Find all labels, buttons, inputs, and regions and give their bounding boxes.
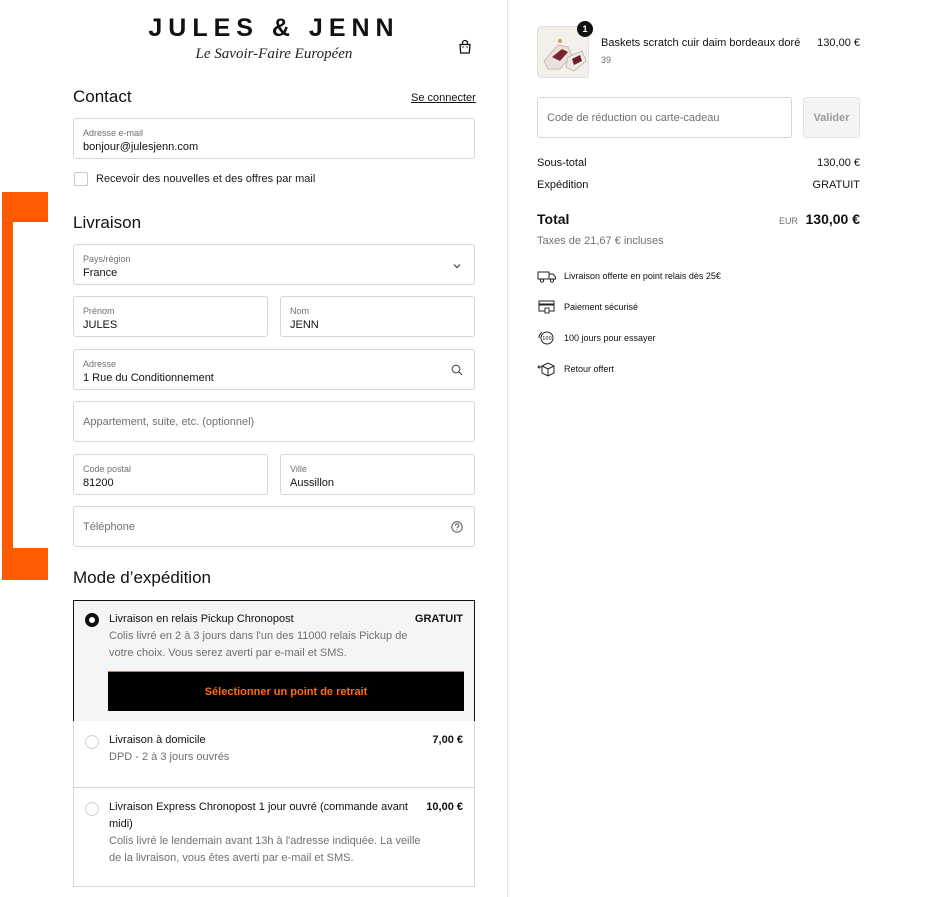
perk-text: Retour offert bbox=[564, 364, 614, 374]
phone-field[interactable]: Téléphone bbox=[73, 506, 475, 547]
address-label: Adresse bbox=[83, 359, 117, 369]
shipping-option-title-cont: midi) bbox=[109, 818, 133, 830]
brand-logo[interactable]: JULES & JENN Le Savoir-Faire Européen bbox=[140, 14, 408, 63]
quantity-badge: 1 bbox=[577, 21, 593, 37]
return-box-icon bbox=[537, 362, 555, 377]
subtotal-label: Sous-total bbox=[537, 157, 587, 169]
highlight-bracket-top bbox=[2, 192, 48, 222]
card-payment-icon bbox=[538, 300, 555, 314]
country-label: Pays/région bbox=[83, 254, 131, 264]
product-size: 39 bbox=[601, 55, 612, 65]
shipping-option-desc: votre choix. Vous serez averti par e-mai… bbox=[109, 647, 347, 659]
shipping-cost-value: GRATUIT bbox=[812, 179, 860, 191]
shipping-cost-label: Expédition bbox=[537, 179, 589, 191]
shipping-method-heading: Mode d’expédition bbox=[73, 568, 211, 587]
shipping-option-desc: de la livraison, vous êtes averti par e-… bbox=[109, 852, 354, 864]
address-field[interactable]: Adresse 1 Rue du Conditionnement bbox=[73, 349, 475, 390]
shipping-option-express[interactable]: Livraison Express Chronopost 1 jour ouvr… bbox=[73, 787, 475, 887]
svg-text:100: 100 bbox=[542, 336, 552, 342]
help-circle-icon[interactable] bbox=[451, 521, 463, 533]
shipping-option-desc: Colis livré le lendemain avant 13h à l'a… bbox=[109, 835, 421, 847]
login-link[interactable]: Se connecter bbox=[411, 92, 476, 104]
first-name-label: Prénom bbox=[83, 306, 115, 316]
shipping-option-price: 7,00 € bbox=[432, 734, 463, 746]
last-name-field[interactable]: Nom JENN bbox=[280, 296, 475, 337]
checkout-form-column: JULES & JENN Le Savoir-Faire Européen Co… bbox=[0, 0, 507, 897]
country-value: France bbox=[83, 267, 118, 279]
shipping-option-desc: DPD - 2 à 3 jours ouvrés bbox=[109, 751, 230, 763]
country-select[interactable]: Pays/région France bbox=[73, 244, 475, 285]
brand-name: JULES & JENN bbox=[148, 14, 400, 42]
perk-text: 100 jours pour essayer bbox=[564, 333, 656, 343]
first-name-value: JULES bbox=[83, 319, 118, 331]
postal-code-field[interactable]: Code postal 81200 bbox=[73, 454, 268, 495]
city-value: Aussillon bbox=[290, 477, 335, 489]
tax-note: Taxes de 21,67 € incluses bbox=[537, 235, 664, 247]
discount-code-input[interactable]: Code de réduction ou carte-cadeau bbox=[537, 97, 792, 138]
chevron-down-icon bbox=[453, 264, 461, 269]
select-pickup-point-button[interactable]: Sélectionner un point de retrait bbox=[108, 671, 464, 711]
total-label: Total bbox=[537, 211, 570, 227]
phone-placeholder: Téléphone bbox=[83, 521, 135, 533]
city-label: Ville bbox=[290, 464, 307, 474]
highlight-bracket bbox=[2, 192, 13, 580]
newsletter-label: Recevoir des nouvelles et des offres par… bbox=[96, 173, 316, 185]
shipping-radio-express[interactable] bbox=[85, 802, 99, 816]
postal-code-value: 81200 bbox=[83, 477, 114, 489]
apply-discount-button[interactable]: Valider bbox=[803, 97, 860, 138]
last-name-value: JENN bbox=[290, 319, 319, 331]
apartment-placeholder: Appartement, suite, etc. (optionnel) bbox=[83, 416, 255, 428]
shipping-option-price: 10,00 € bbox=[426, 801, 463, 813]
shipping-option-price: GRATUIT bbox=[414, 613, 463, 625]
shipping-option-title: Livraison Express Chronopost 1 jour ouvr… bbox=[109, 801, 408, 813]
perk-text: Paiement sécurisé bbox=[564, 302, 639, 312]
discount-placeholder: Code de réduction ou carte-cadeau bbox=[547, 112, 720, 124]
subtotal-value: 130,00 € bbox=[817, 157, 860, 169]
newsletter-checkbox[interactable] bbox=[74, 172, 88, 186]
shipping-option-title: Livraison en relais Pickup Chronopost bbox=[109, 613, 294, 625]
trial-days-icon: 100 bbox=[538, 331, 554, 345]
first-name-field[interactable]: Prénom JULES bbox=[73, 296, 268, 337]
shipping-radio-home[interactable] bbox=[85, 735, 99, 749]
total-currency: EUR bbox=[778, 216, 798, 226]
email-label: Adresse e-mail bbox=[83, 128, 144, 138]
email-value: bonjour@julesjenn.com bbox=[83, 141, 199, 153]
contact-heading: Contact bbox=[73, 87, 132, 106]
shipping-option-home[interactable]: Livraison à domicile 7,00 € DPD - 2 à 3 … bbox=[73, 721, 475, 788]
shipping-option-pickup[interactable]: Livraison en relais Pickup Chronopost GR… bbox=[73, 600, 475, 722]
shipping-option-desc: Colis livré en 2 à 3 jours dans l'un des… bbox=[109, 630, 408, 642]
livraison-heading: Livraison bbox=[73, 213, 142, 232]
search-icon[interactable] bbox=[451, 364, 463, 376]
brand-tagline: Le Savoir-Faire Européen bbox=[195, 46, 353, 62]
product-price: 130,00 € bbox=[817, 37, 860, 49]
product-name: Baskets scratch cuir daim bordeaux doré bbox=[601, 37, 801, 49]
shopping-bag-icon[interactable] bbox=[457, 39, 473, 55]
truck-icon bbox=[537, 271, 556, 283]
apartment-field[interactable]: Appartement, suite, etc. (optionnel) bbox=[73, 401, 475, 442]
highlight-bracket-bottom bbox=[2, 548, 48, 580]
email-field[interactable]: Adresse e-mail bonjour@julesjenn.com bbox=[73, 118, 475, 159]
perk-text: Livraison offerte en point relais dès 25… bbox=[564, 271, 721, 281]
address-value: 1 Rue du Conditionnement bbox=[83, 372, 214, 384]
city-field[interactable]: Ville Aussillon bbox=[280, 454, 475, 495]
postal-code-label: Code postal bbox=[83, 464, 132, 474]
last-name-label: Nom bbox=[290, 306, 310, 316]
shipping-option-title: Livraison à domicile bbox=[109, 734, 206, 746]
total-value: 130,00 € bbox=[805, 211, 861, 227]
shipping-radio-pickup[interactable] bbox=[85, 613, 99, 627]
